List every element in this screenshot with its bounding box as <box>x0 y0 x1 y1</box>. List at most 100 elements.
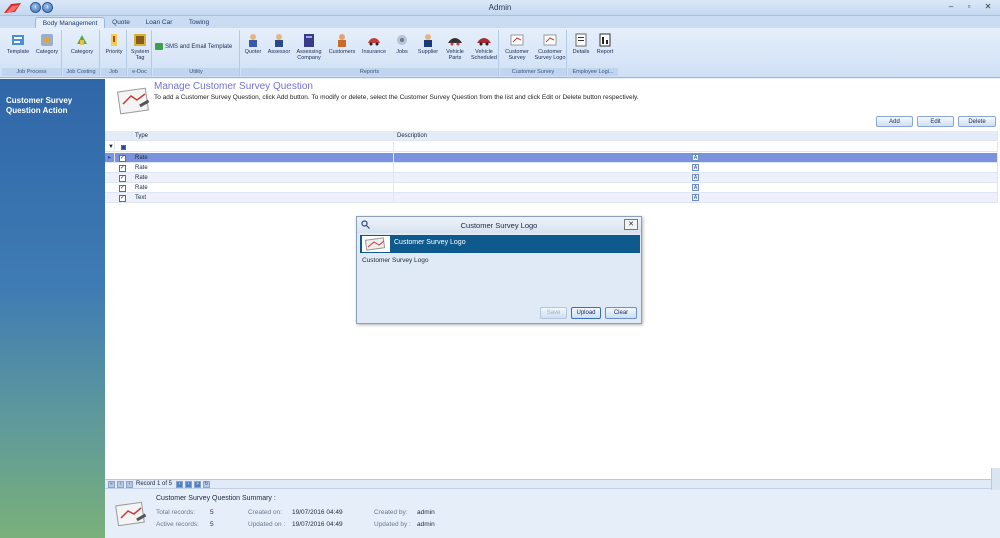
row-type: Rate <box>132 163 394 173</box>
edit-text-icon[interactable]: A <box>692 164 699 171</box>
table-row[interactable]: ✓ Rate A <box>105 163 998 173</box>
group-label: Job Costing <box>63 68 99 76</box>
last-page-icon[interactable]: » <box>194 481 201 488</box>
left-panel: Customer Survey Question Action <box>0 79 105 538</box>
vehicle-parts-button[interactable]: Vehicle Parts <box>442 32 468 61</box>
row-checkbox[interactable]: ✓ <box>119 195 126 202</box>
row-checkbox[interactable]: ✓ <box>119 185 126 192</box>
group-utility: Utility <box>153 30 240 76</box>
edit-text-icon[interactable]: A <box>692 184 699 191</box>
report-icon <box>599 33 611 47</box>
title-bar: ‹ › Admin – ▫ ✕ <box>0 0 1000 16</box>
quoter-icon <box>249 34 257 47</box>
upload-button[interactable]: Upload <box>571 307 601 319</box>
group-label: Job Process <box>2 68 61 76</box>
updated-by-label: Updated by : <box>374 521 411 528</box>
updated-on-value: 19/07/2016 04:49 <box>292 521 343 528</box>
customer-survey-logo-button[interactable]: Customer Survey Logo <box>533 32 567 61</box>
tab-body-management[interactable]: Body Management <box>35 17 105 28</box>
clear-button[interactable]: Clear <box>605 307 637 319</box>
vehicle-scheduled-button[interactable]: Vehicle Scheduled <box>469 32 499 61</box>
row-indicator-icon: ▸ <box>105 153 115 163</box>
row-checkbox[interactable]: ✓ <box>119 165 126 172</box>
edit-text-icon[interactable]: A <box>692 174 699 181</box>
row-checkbox[interactable]: ✓ <box>119 175 126 182</box>
group-customer-survey: Customer Survey Customer Survey Logo Cus… <box>500 30 567 76</box>
vertical-scrollbar[interactable] <box>991 468 1000 490</box>
template-button[interactable]: Template <box>4 32 32 55</box>
summary-survey-icon <box>115 501 147 527</box>
created-by-value: admin <box>417 509 435 516</box>
add-button[interactable]: Add <box>876 116 913 127</box>
prev-record-icon[interactable]: ‹ <box>126 481 133 488</box>
table-row[interactable]: ✓ Text A <box>105 193 998 203</box>
jobs-button[interactable]: Jobs <box>390 32 414 55</box>
ribbon: Template Category Job Process Category J… <box>0 28 1000 78</box>
priority-button[interactable]: Priority <box>102 32 126 55</box>
next-page-icon[interactable]: › <box>185 481 192 488</box>
customers-icon <box>338 34 346 47</box>
assessing-company-button[interactable]: Assessing Company <box>293 32 325 61</box>
updated-by-value: admin <box>417 521 435 528</box>
summary-title: Customer Survey Question Summary : <box>156 495 276 502</box>
column-header-description[interactable]: Description <box>394 131 998 141</box>
group-label: Reports <box>241 68 498 76</box>
tab-quote[interactable]: Quote <box>106 17 136 28</box>
table-row[interactable]: ✓ Rate A <box>105 183 998 193</box>
group-label: Customer Survey <box>500 68 566 76</box>
filter-type-input[interactable] <box>132 142 394 152</box>
total-records-label: Total records: <box>156 509 196 516</box>
sms-icon <box>155 43 163 50</box>
customers-button[interactable]: Customers <box>326 32 358 55</box>
dialog-banner: Customer Survey Logo <box>360 235 640 253</box>
tab-towing[interactable]: Towing <box>182 17 216 28</box>
sms-email-template-button[interactable]: SMS and Email Template <box>155 43 232 50</box>
minimize-button[interactable]: – <box>944 1 958 13</box>
filter-icon[interactable]: ▼ <box>105 142 115 152</box>
first-page-icon[interactable]: « <box>108 481 115 488</box>
customer-survey-logo-icon <box>543 34 557 46</box>
priority-icon <box>111 34 117 46</box>
assessor-button[interactable]: Assessor <box>266 32 292 55</box>
refresh-icon[interactable]: ↻ <box>203 481 210 488</box>
costing-category-button[interactable]: Category <box>66 32 98 55</box>
group-label: e-Doc <box>128 68 151 76</box>
prev-page-icon[interactable]: ‹ <box>117 481 124 488</box>
updated-on-label: Updated on : <box>248 521 286 528</box>
column-header-type[interactable]: Type <box>132 131 394 141</box>
tab-loan-car[interactable]: Loan Car <box>140 17 178 28</box>
group-job-process: Template Category Job Process <box>2 30 62 76</box>
summary-panel: Customer Survey Question Summary : Total… <box>105 488 1000 538</box>
edit-text-icon[interactable]: A <box>692 154 699 161</box>
dialog-close-button[interactable]: ✕ <box>624 219 638 230</box>
supplier-button[interactable]: Supplier <box>415 32 441 55</box>
table-row[interactable]: ✓ Rate A <box>105 173 998 183</box>
next-record-icon[interactable]: › <box>176 481 183 488</box>
row-type: Rate <box>132 173 394 183</box>
insurance-button[interactable]: Insurance <box>359 32 389 55</box>
filter-description-input[interactable] <box>394 142 998 152</box>
category-icon <box>41 34 53 46</box>
delete-button[interactable]: Delete <box>958 116 996 127</box>
dialog-title-bar[interactable]: Customer Survey Logo ✕ <box>357 217 641 233</box>
system-tag-button[interactable]: System Tag <box>128 32 152 61</box>
category-button[interactable]: Category <box>33 32 61 55</box>
quoter-button[interactable]: Quoter <box>241 32 265 55</box>
row-checkbox[interactable]: ✓ <box>119 155 126 162</box>
close-button[interactable]: ✕ <box>981 1 995 13</box>
filter-checkbox[interactable] <box>121 145 126 150</box>
report-button[interactable]: Report <box>594 32 616 55</box>
group-employee-login: Details Report Employee Logi... <box>568 30 618 76</box>
active-records-value: 5 <box>210 521 214 528</box>
table-row[interactable]: ▸ ✓ Rate A <box>105 153 998 163</box>
maximize-button[interactable]: ▫ <box>962 1 976 13</box>
group-label: Job <box>101 68 126 76</box>
edit-button[interactable]: Edit <box>917 116 954 127</box>
created-by-label: Created by: <box>374 509 408 516</box>
edit-text-icon[interactable]: A <box>692 194 699 201</box>
details-button[interactable]: Details <box>569 32 593 55</box>
save-button[interactable]: Save <box>540 307 567 319</box>
assessing-company-icon <box>304 34 314 47</box>
left-panel-title[interactable]: Customer Survey Question Action <box>6 96 102 116</box>
customer-survey-button[interactable]: Customer Survey <box>502 32 532 61</box>
